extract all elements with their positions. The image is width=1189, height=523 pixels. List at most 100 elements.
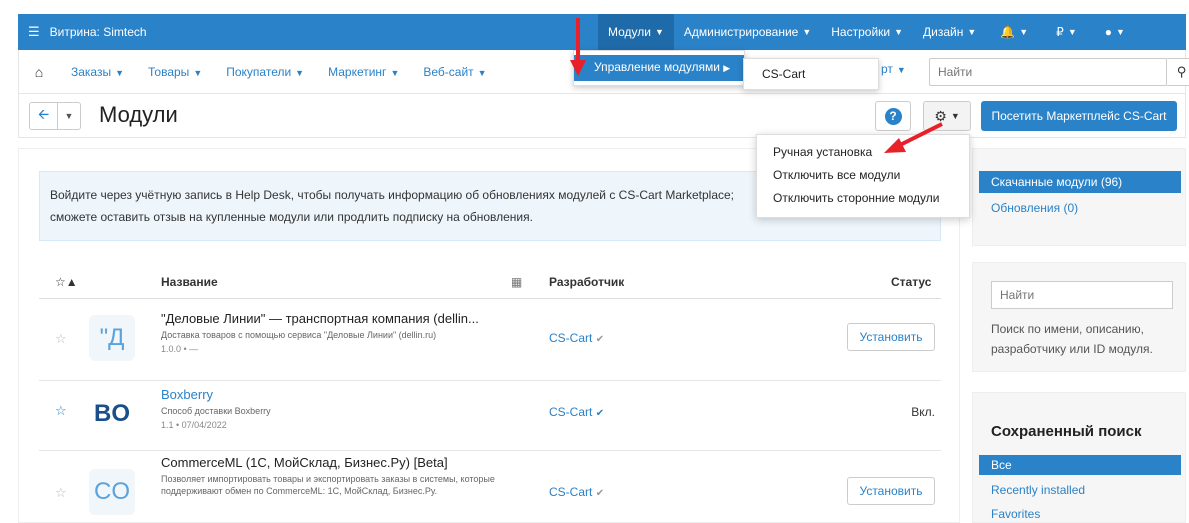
nav-marketing[interactable]: Маркетинг ▼ [316,65,411,79]
caret-down-icon: ▼ [1067,27,1077,37]
caret-down-icon: ▼ [1019,27,1029,37]
caret-down-icon: ▼ [295,67,305,78]
notifications-menu[interactable]: 🔔 ▼ [986,14,1042,50]
saved-search-favorites[interactable]: Favorites [991,507,1040,521]
module-description: Доставка товаров с помощью сервиса "Дело… [161,330,437,340]
module-info: Boxberry Способ доставки Boxberry 1.1 • … [161,387,271,430]
caret-right-icon: ▶ [723,63,731,73]
question-icon: ? [884,107,902,125]
caret-down-icon: ▼ [390,67,400,78]
header-status[interactable]: Статус [891,275,931,289]
caret-down-icon: ▼ [967,27,977,37]
caret-down-icon: ▼ [193,67,203,78]
saved-search-recently-installed[interactable]: Recently installed [991,483,1085,497]
caret-down-icon: ▼ [1115,27,1125,37]
install-button[interactable]: Установить [847,477,935,505]
admin-search-input[interactable] [929,58,1167,86]
top-menu: Модули ▼ Администрирование ▼ Настройки ▼ Ди… [598,14,1139,50]
disable-third-party-modules-item[interactable]: Отключить сторонние модули [757,189,969,212]
caret-down-icon: ▼ [115,67,125,78]
module-version: 1.0.0 • — [161,344,199,354]
top-menu-modules[interactable]: Модули ▼ [598,14,674,50]
module-search-input[interactable] [991,281,1173,309]
visit-marketplace-button[interactable]: Посетить Маркетплейс CS-Cart [981,101,1177,131]
top-menu-design[interactable]: Дизайн ▼ [913,14,986,50]
disable-all-modules-item[interactable]: Отключить все модули [757,166,969,189]
table-row: ☆ "Д "Деловые Линии" — транспортная комп… [39,299,941,381]
settings-gear-button[interactable]: ⚙ ▼ [923,101,971,131]
search-icon[interactable]: ⚲ [1167,58,1189,86]
module-search-panel: Поиск по имени, описанию, разработчику и… [972,262,1186,372]
gear-icon: ⚙ [934,107,947,124]
user-menu[interactable]: ● ▼ [1091,14,1139,50]
currency-label: ₽ [1056,25,1064,39]
user-icon: ● [1104,25,1112,39]
module-name[interactable]: Boxberry [161,387,271,402]
module-description: Способ доставки Boxberry [161,406,271,416]
install-button[interactable]: Установить [847,323,935,351]
nav-reports[interactable]: рт ▼ [881,62,906,76]
module-logo: BO [89,391,135,437]
bell-icon: 🔔 [1000,25,1016,39]
module-filter-panel: Скачанные модули (96) Обновления (0) [972,148,1186,246]
verified-check-icon: ✔ [595,334,605,345]
caret-down-icon[interactable]: ▼ [58,103,80,129]
cscart-submenu-item[interactable]: CS-Cart [743,58,879,90]
module-logo: "Д [89,315,135,361]
calendar-icon[interactable]: ▦ [511,275,522,289]
caret-down-icon: ▼ [654,27,664,37]
manual-install-item[interactable]: Ручная установка [757,143,969,166]
table-row: ☆ BO Boxberry Способ доставки Boxberry 1… [39,381,941,451]
module-version: 1.1 • 07/04/2022 [161,420,227,430]
module-developer[interactable]: CS-Cart ✔ [549,485,604,499]
nav-website[interactable]: Веб-сайт ▼ [411,65,498,79]
caret-down-icon: ▼ [950,111,960,121]
module-info: "Деловые Линии" — транспортная компания … [161,311,479,354]
star-icon[interactable]: ☆ [55,403,67,419]
store-switcher[interactable]: ☰ Витрина: Simtech [18,24,147,40]
filter-downloaded-modules[interactable]: Скачанные модули (96) [979,171,1181,193]
home-icon[interactable]: ⌂ [19,64,59,80]
store-label: Витрина: Simtech [49,25,147,39]
verified-check-icon: ✔ [595,488,605,499]
top-menu-administration[interactable]: Администрирование ▼ [674,14,821,50]
module-name[interactable]: "Деловые Линии" — транспортная компания … [161,311,479,326]
caret-down-icon: ▼ [802,27,812,37]
star-icon[interactable]: ☆ [55,331,67,347]
top-bar: ☰ Витрина: Simtech Модули ▼ Администриров… [18,14,1186,50]
cart-icon: ☰ [28,24,40,39]
caret-down-icon: ▼ [894,27,904,37]
gear-dropdown-menu: Ручная установка Отключить все модули От… [756,134,970,218]
search-hint: Поиск по имени, описанию, разработчику и… [991,322,1153,356]
caret-down-icon: ▼ [896,65,906,75]
module-status[interactable]: Вкл. [887,405,935,419]
module-developer[interactable]: CS-Cart ✔ [549,405,604,419]
nav-products[interactable]: Товары ▼ [136,65,214,79]
title-bar: 🡨 ▼ Модули ? ⚙ ▼ Посетить Маркетплейс CS-… [18,94,1186,138]
top-menu-settings[interactable]: Настройки ▼ [821,14,913,50]
star-icon[interactable]: ☆ [55,485,67,501]
header-developer[interactable]: Разработчик [549,275,624,289]
module-info: CommerceML (1С, МойСклад, Бизнес.Ру) [Be… [161,455,501,497]
filter-updates[interactable]: Обновления (0) [991,201,1078,215]
caret-down-icon: ▼ [477,67,487,78]
manage-modules-item[interactable]: Управление модулями ▶ [574,55,744,81]
arrow-left-icon[interactable]: 🡨 [30,103,58,129]
verified-check-icon: ✔ [595,408,605,419]
favorite-sort-icon[interactable]: ☆▲ [55,275,78,289]
header-name[interactable]: Название [161,275,218,289]
currency-menu[interactable]: ₽ ▼ [1042,14,1091,50]
module-name[interactable]: CommerceML (1С, МойСклад, Бизнес.Ру) [Be… [161,455,501,470]
table-row: ☆ CO CommerceML (1С, МойСклад, Бизнес.Ру… [39,451,941,523]
help-button[interactable]: ? [875,101,911,131]
modules-dropdown: Управление модулями ▶ [573,50,745,86]
nav-customers[interactable]: Покупатели ▼ [214,65,316,79]
nav-orders[interactable]: Заказы ▼ [59,65,136,79]
module-description: Позволяет импортировать товары и экспорт… [161,474,495,496]
saved-search-title: Сохраненный поиск [991,423,1142,440]
back-button[interactable]: 🡨 ▼ [29,102,81,130]
module-developer[interactable]: CS-Cart ✔ [549,331,604,345]
saved-search-all[interactable]: Все [979,455,1181,475]
saved-search-panel: Сохраненный поиск Все Recently installed… [972,392,1186,523]
page-title: Модули [99,102,178,127]
